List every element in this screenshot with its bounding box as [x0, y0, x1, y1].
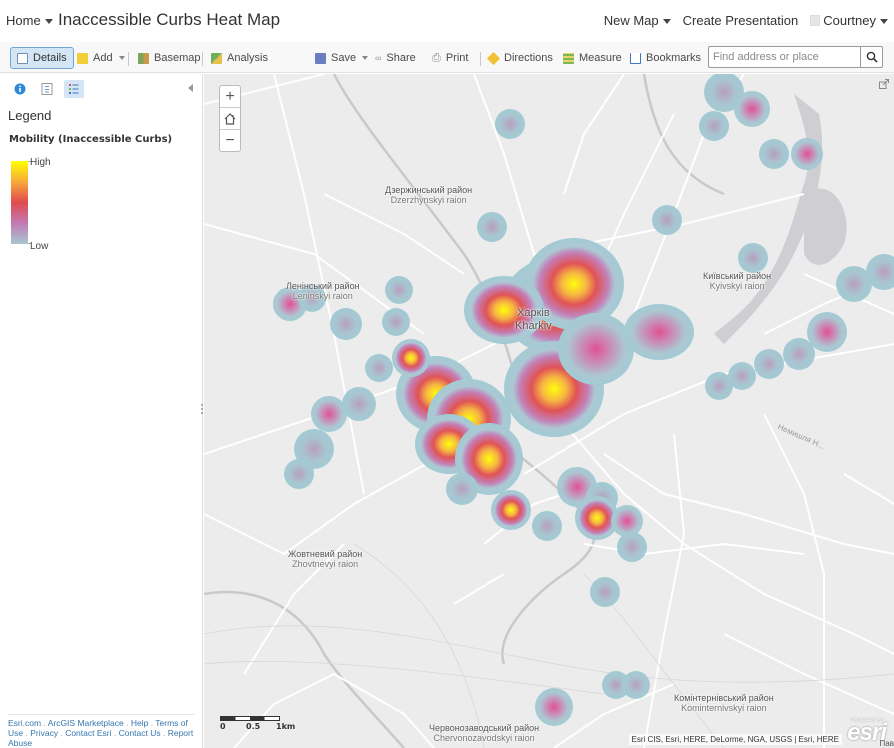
heat-layer	[273, 74, 894, 726]
district-label-kyivskyi: Київський район Kyivskyi raion	[703, 271, 772, 291]
search-button[interactable]	[860, 47, 882, 67]
legend-icon	[69, 84, 79, 94]
scale-label: 0.5	[246, 722, 261, 731]
cut-off-label: Пав	[879, 739, 894, 748]
ramp-high-label: High	[30, 157, 51, 168]
map-attribution: Esri CIS, Esri, HERE, DeLorme, NGA, USGS…	[628, 734, 842, 745]
scale-label: 1km	[276, 722, 296, 731]
bookmarks-icon	[630, 52, 641, 64]
heat-cluster-west	[284, 387, 376, 489]
footer-link-privacy[interactable]: Privacy	[30, 728, 58, 738]
basemap-icon	[138, 52, 149, 64]
share-button[interactable]: ∞ Share	[375, 47, 416, 69]
app-header: Home Inaccessible Curbs Heat Map New Map…	[0, 0, 894, 42]
footer-link-marketplace[interactable]: ArcGIS Marketplace	[48, 718, 124, 728]
analysis-button[interactable]: Analysis	[211, 47, 268, 69]
scale-label: 0	[220, 722, 226, 731]
caret-down-icon	[362, 56, 369, 60]
water-bodies	[714, 94, 847, 344]
home-menu[interactable]: Home	[6, 13, 53, 28]
footer-link-esri[interactable]: Esri.com	[8, 718, 41, 728]
map-title: Inaccessible Curbs Heat Map	[58, 10, 281, 29]
search-box	[708, 46, 883, 68]
heat-color-ramp	[11, 161, 28, 244]
zoom-out-button[interactable]: −	[220, 130, 240, 152]
add-button[interactable]: Add	[77, 47, 125, 69]
divider	[8, 714, 195, 715]
link-icon: ∞	[375, 53, 382, 63]
avatar	[810, 15, 821, 26]
basemap	[204, 74, 894, 748]
caret-down-icon	[880, 19, 888, 25]
directions-button[interactable]: Directions	[486, 47, 553, 69]
search-input[interactable]	[709, 47, 861, 67]
caret-down-icon	[118, 56, 125, 60]
analysis-icon	[211, 52, 222, 64]
tab-about[interactable]	[10, 80, 30, 98]
zoom-control: + −	[219, 85, 241, 152]
content-icon	[41, 83, 53, 95]
footer-links: Esri.com . ArcGIS Marketplace . Help . T…	[8, 718, 194, 748]
print-label: Print	[445, 52, 469, 64]
divider	[202, 52, 203, 66]
analysis-label: Analysis	[227, 52, 268, 64]
home-icon	[224, 112, 236, 125]
scale-bar: 0 0.5 1km	[220, 716, 295, 731]
save-label: Save	[331, 52, 357, 64]
district-label-chervonozavodskyi: Червонозаводський район Chervonozavodskyi…	[429, 723, 540, 743]
footer-link-contact-esri[interactable]: Contact Esri	[65, 728, 111, 738]
save-button[interactable]: Save	[315, 47, 369, 69]
toolbar: Details Add Basemap Analysis Save ∞ Shar…	[0, 42, 894, 73]
details-icon	[17, 52, 28, 64]
basemap-label: Basemap	[154, 52, 201, 64]
heat-cluster-center	[392, 238, 694, 541]
legend-heading: Legend	[8, 108, 52, 123]
print-button[interactable]: ⎙ Print	[432, 47, 468, 69]
bookmarks-label: Bookmarks	[646, 52, 702, 64]
district-label-kominternivskyi: Комінтернівський район Kominternivskyi ra…	[674, 693, 774, 713]
measure-label: Measure	[579, 52, 622, 64]
caret-down-icon	[662, 19, 671, 25]
expand-map-icon[interactable]	[879, 76, 889, 94]
measure-icon	[563, 52, 574, 64]
district-label-leninskyi: Ленінський район Leninskyi raion	[286, 281, 360, 301]
zoom-in-button[interactable]: +	[220, 86, 240, 108]
district-label-zhovtnevyi: Жовтневий район Zhovtnevyi raion	[288, 549, 363, 569]
home-label: Home	[6, 13, 41, 28]
details-panel: Legend Mobility (Inaccessible Curbs) Hig…	[0, 74, 203, 748]
basemap-button[interactable]: Basemap	[138, 47, 200, 69]
tab-content[interactable]	[37, 80, 57, 98]
tab-legend[interactable]	[64, 80, 84, 98]
user-menu[interactable]: Courtney	[810, 13, 888, 28]
share-label: Share	[386, 52, 416, 64]
ramp-low-label: Low	[30, 241, 49, 252]
legend-layer-title: Mobility (Inaccessible Curbs)	[9, 134, 173, 145]
search-icon	[866, 51, 878, 63]
directions-label: Directions	[504, 52, 553, 64]
add-icon	[77, 52, 88, 64]
add-label: Add	[93, 52, 113, 64]
directions-icon	[486, 51, 501, 65]
home-extent-button[interactable]	[220, 108, 240, 130]
footer-link-help[interactable]: Help	[131, 718, 148, 728]
map-view[interactable]: + − Дзержинський район Dzerzhynskyi raion…	[204, 74, 894, 748]
divider	[480, 52, 481, 66]
info-icon	[14, 83, 26, 95]
printer-icon: ⎙	[432, 51, 441, 64]
collapse-panel-icon[interactable]	[188, 84, 193, 92]
details-label: Details	[33, 52, 67, 64]
city-label-kharkiv: Харків Kharkiv	[515, 307, 552, 332]
footer-link-contact-us[interactable]: Contact Us	[119, 728, 161, 738]
district-label-dzerzhynskyi: Дзержинський район Dzerzhynskyi raion	[385, 185, 473, 205]
create-presentation-link[interactable]: Create Presentation	[683, 13, 799, 28]
new-map-menu[interactable]: New Map	[604, 13, 671, 28]
caret-down-icon	[44, 19, 53, 25]
save-icon	[315, 52, 326, 64]
details-button[interactable]: Details	[10, 47, 74, 69]
divider	[128, 52, 129, 66]
measure-button[interactable]: Measure	[563, 47, 622, 69]
bookmarks-button[interactable]: Bookmarks	[630, 47, 701, 69]
user-name: Courtney	[823, 13, 876, 28]
new-map-label: New Map	[603, 13, 659, 28]
